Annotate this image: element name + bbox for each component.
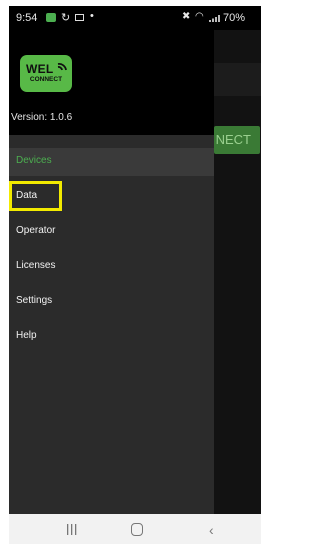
back-icon[interactable]: ‹ (209, 522, 214, 538)
status-time: 9:54 (16, 12, 38, 24)
drawer-item-settings[interactable]: Settings (9, 288, 214, 316)
signal-icon (209, 15, 220, 22)
dot-icon: • (90, 10, 94, 22)
system-navigation-bar: ‹ (9, 514, 261, 544)
drawer-item-label: Operator (16, 225, 56, 236)
highlight-box (9, 181, 62, 211)
wifi-icon: ◠ (195, 11, 204, 22)
drawer-item-label: Devices (16, 155, 52, 166)
connect-button[interactable]: NECT (214, 126, 260, 154)
logo-text-wel: WEL (26, 62, 54, 76)
drawer-header: WEL CONNECT Version: 1.0.6 (9, 30, 214, 135)
wifi-icon (57, 63, 67, 71)
drawer-item-label: Settings (16, 295, 53, 306)
background-app-bar (214, 63, 261, 96)
notification-icon (46, 13, 56, 22)
drawer-item-label: Licenses (16, 260, 56, 271)
welconnect-logo: WEL CONNECT (20, 55, 72, 92)
drawer-item-label: Help (16, 330, 37, 341)
background-app-content (214, 30, 261, 514)
battery-percentage: 70% (223, 12, 246, 24)
logo-text-connect: CONNECT (29, 76, 63, 83)
status-bar: 9:54 ↻ • ✖ ◠ 70% (9, 6, 261, 30)
connect-button-label: NECT (215, 132, 251, 147)
recent-apps-icon[interactable] (66, 524, 77, 535)
drawer-item-help[interactable]: Help (9, 323, 214, 351)
phone-screen: 9:54 ↻ • ✖ ◠ 70% NECT WEL CONNECT Versio… (9, 6, 261, 514)
home-icon[interactable] (131, 523, 143, 536)
navigation-drawer: WEL CONNECT Version: 1.0.6 Devices Data … (9, 30, 214, 514)
drawer-item-licenses[interactable]: Licenses (9, 253, 214, 281)
version-label: Version: 1.0.6 (11, 112, 73, 123)
drawer-item-devices[interactable]: Devices (9, 148, 214, 176)
drawer-item-operator[interactable]: Operator (9, 218, 214, 246)
image-icon (75, 14, 84, 21)
sync-icon: ↻ (61, 12, 71, 24)
mute-icon: ✖ (182, 11, 191, 22)
